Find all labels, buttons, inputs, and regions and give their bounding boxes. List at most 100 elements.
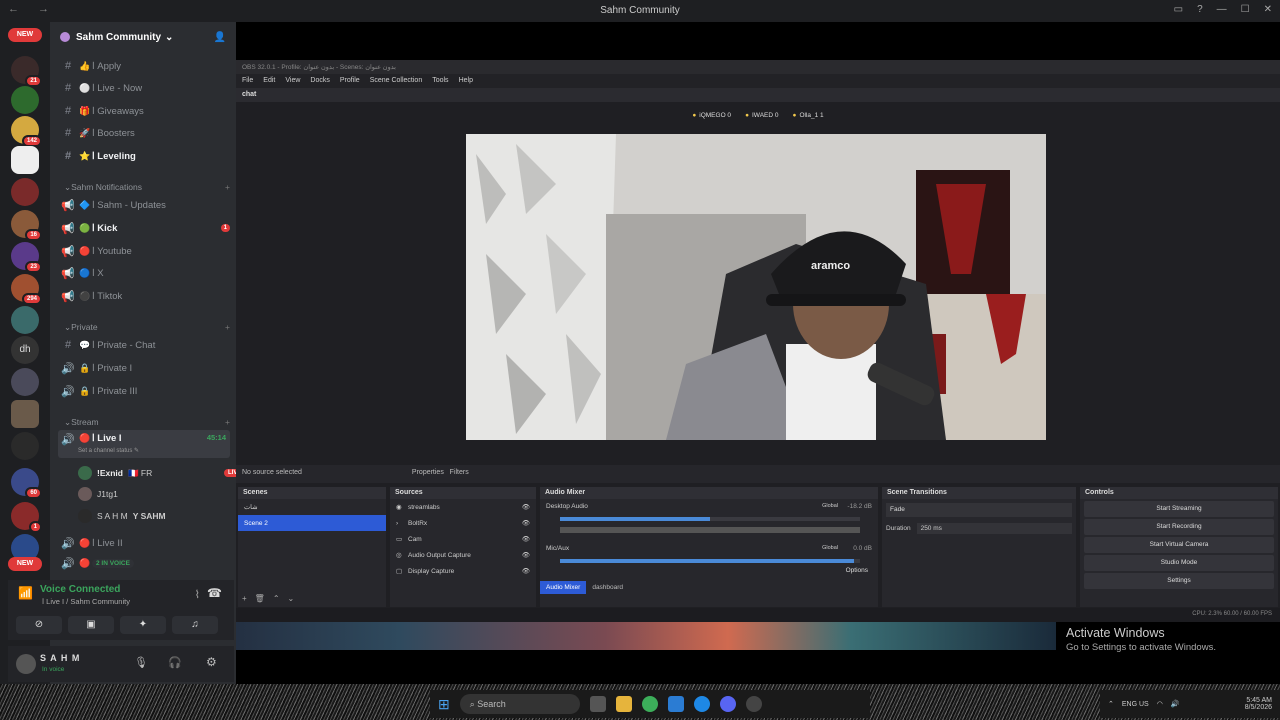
- server-icon[interactable]: [11, 86, 39, 114]
- server-icon-selected[interactable]: [11, 146, 39, 174]
- file-explorer-icon[interactable]: [615, 696, 632, 712]
- wifi-icon[interactable]: ◠: [1157, 700, 1163, 708]
- server-header[interactable]: Sahm Community ⌄ 👤: [50, 22, 236, 52]
- chat-user[interactable]: ● IWAED 0: [745, 112, 778, 119]
- category-private[interactable]: ⌄ Private +: [64, 322, 230, 333]
- start-recording-button[interactable]: Start Recording: [1084, 519, 1274, 535]
- menu-profile[interactable]: Profile: [340, 77, 360, 85]
- add-scene-icon[interactable]: +: [242, 594, 247, 603]
- channel-leveling[interactable]: # ⭐ ا Leveling: [58, 146, 230, 166]
- help-icon[interactable]: ?: [1197, 4, 1203, 15]
- channel-youtube[interactable]: 📢 🔴 ا Youtube: [58, 241, 230, 261]
- source-item[interactable]: ◎ Audio Output Capture 👁: [390, 547, 536, 563]
- server-icon[interactable]: 21: [11, 56, 42, 87]
- volume-slider[interactable]: [560, 559, 860, 563]
- channel-private-1[interactable]: 🔊 🔒 ا Private I: [58, 358, 230, 378]
- share-screen-button[interactable]: ▣: [68, 616, 114, 634]
- server-icon[interactable]: 60: [11, 468, 42, 499]
- menu-file[interactable]: File: [242, 77, 253, 85]
- properties-button[interactable]: Properties: [412, 469, 444, 476]
- menu-view[interactable]: View: [285, 77, 300, 85]
- channel-tiktok[interactable]: 📢 ⚫ ا Tiktok: [58, 286, 230, 306]
- menu-help[interactable]: Help: [459, 77, 473, 85]
- channel-live-now[interactable]: # ⚪ ا Live - Now: [58, 78, 230, 98]
- voice-status[interactable]: Voice Connected: [40, 584, 120, 595]
- voice-channel-live-2[interactable]: 🔊 🔴 ا Live II: [58, 533, 230, 553]
- voice-user[interactable]: S A H MY SAHM: [78, 507, 166, 525]
- settings-gear-icon[interactable]: ⚙: [206, 655, 217, 669]
- disconnect-icon[interactable]: ☎: [207, 586, 222, 600]
- transition-select[interactable]: Fade: [886, 503, 1072, 517]
- start-icon[interactable]: ⊞: [438, 696, 450, 713]
- move-up-icon[interactable]: ⌃: [273, 594, 280, 603]
- headphones-icon[interactable]: 🎧: [168, 656, 182, 669]
- voice-user[interactable]: !Exnid 🇫🇷 FR LIVE: [78, 464, 246, 482]
- start-streaming-button[interactable]: Start Streaming: [1084, 501, 1274, 517]
- source-item[interactable]: ▭ Cam 👁: [390, 531, 536, 547]
- language-indicator[interactable]: ENG US: [1122, 701, 1149, 708]
- scene-item-selected[interactable]: Scene 2: [238, 515, 386, 531]
- volume-slider[interactable]: [560, 517, 860, 521]
- server-icon[interactable]: 142: [11, 116, 42, 147]
- username[interactable]: S A H M: [40, 653, 80, 663]
- server-icon[interactable]: 23: [11, 242, 42, 273]
- channel-apply[interactable]: # 👍 ا Apply: [58, 56, 230, 76]
- start-virtual-camera-button[interactable]: Start Virtual Camera: [1084, 537, 1274, 553]
- tab-audio-mixer[interactable]: Audio Mixer: [540, 581, 587, 594]
- server-icon[interactable]: [11, 400, 39, 428]
- noise-suppression-icon[interactable]: ⌇: [195, 588, 200, 601]
- voice-channel-live-3[interactable]: 🔊 🔴 2 IN VOICE: [58, 553, 230, 573]
- task-view-icon[interactable]: [589, 696, 606, 712]
- category-notifications[interactable]: ⌄ Sahm Notifications +: [64, 182, 230, 193]
- inbox-icon[interactable]: ▭: [1174, 4, 1183, 15]
- options-button[interactable]: Options: [846, 567, 868, 574]
- server-icon[interactable]: 1: [11, 502, 42, 533]
- channel-private-chat[interactable]: # 💬 ا Private - Chat: [58, 335, 230, 355]
- add-friend-icon[interactable]: 👤: [214, 32, 226, 43]
- channel-boosters[interactable]: # 🚀 ا Boosters: [58, 123, 230, 143]
- category-stream[interactable]: ⌄ Stream +: [64, 417, 230, 428]
- chat-user[interactable]: ● iQMEGO 0: [692, 112, 731, 119]
- clock[interactable]: 5:45 AM 8/5/2026: [1245, 697, 1280, 711]
- obs-preview[interactable]: aramco: [466, 134, 1046, 440]
- source-item[interactable]: ▢ Display Capture 👁: [390, 563, 536, 579]
- filters-button[interactable]: Filters: [450, 469, 469, 476]
- edge-icon[interactable]: [693, 696, 710, 712]
- menu-edit[interactable]: Edit: [263, 77, 275, 85]
- minimize-button[interactable]: —: [1217, 4, 1227, 15]
- discord-icon[interactable]: [719, 696, 736, 712]
- server-icon[interactable]: [11, 306, 39, 334]
- chrome-icon[interactable]: [641, 696, 658, 712]
- obs-icon[interactable]: [745, 696, 762, 712]
- scene-item[interactable]: شات: [238, 499, 386, 515]
- menu-scene-collection[interactable]: Scene Collection: [370, 77, 423, 85]
- channel-kick[interactable]: 📢 🟢 ا Kick 1: [58, 218, 230, 238]
- server-icon[interactable]: [11, 368, 39, 396]
- voice-channel-live-1[interactable]: 🔊 🔴 ا Live I 45:14 Set a channel status ✎: [58, 430, 230, 458]
- chevron-up-icon[interactable]: ⌃: [1108, 700, 1114, 708]
- close-button[interactable]: ✕: [1264, 4, 1272, 15]
- server-icon[interactable]: 294: [11, 274, 42, 305]
- avatar[interactable]: [16, 654, 36, 674]
- mail-icon[interactable]: [667, 696, 684, 712]
- move-down-icon[interactable]: ⌄: [288, 594, 295, 603]
- server-icon-dh[interactable]: dh: [11, 336, 39, 364]
- chat-user[interactable]: ● Olla_1 1: [793, 112, 824, 119]
- menu-tools[interactable]: Tools: [432, 77, 448, 85]
- server-icon[interactable]: 16: [11, 210, 42, 241]
- remove-scene-icon[interactable]: 🗑: [255, 594, 265, 603]
- taskbar-search[interactable]: ⌕ Search: [459, 694, 580, 714]
- duration-input[interactable]: 250 ms: [916, 523, 1072, 534]
- channel-sahm-updates[interactable]: 📢 🔷 ا Sahm - Updates: [58, 195, 230, 215]
- channel-private-3[interactable]: 🔊 🔒 ا Private III: [58, 381, 230, 401]
- volume-icon[interactable]: 🔊: [1171, 700, 1180, 708]
- maximize-button[interactable]: ☐: [1241, 4, 1250, 15]
- camera-off-button[interactable]: ⊘: [16, 616, 62, 634]
- channel-giveaways[interactable]: # 🎁 ا Giveaways: [58, 101, 230, 121]
- server-icon[interactable]: [11, 432, 39, 460]
- activities-button[interactable]: ✦: [120, 616, 166, 634]
- server-icon[interactable]: [11, 178, 39, 206]
- voice-user[interactable]: J1tg1: [78, 485, 118, 503]
- tab-dashboard[interactable]: dashboard: [586, 581, 629, 594]
- voice-location[interactable]: ا Live I / Sahm Community: [42, 597, 130, 606]
